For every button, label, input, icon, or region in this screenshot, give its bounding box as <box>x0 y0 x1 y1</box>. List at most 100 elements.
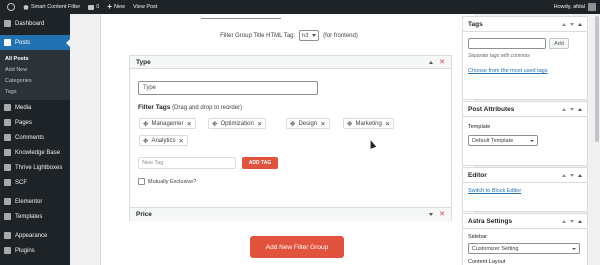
drag-handle-icon[interactable]: ✥ <box>143 120 148 128</box>
toggle-panel-icon[interactable] <box>578 22 582 26</box>
toggle-panel-icon[interactable] <box>578 173 582 177</box>
sidebar-item-elementor[interactable]: Elementor <box>0 194 70 209</box>
sidebar-setting-select[interactable]: Customizer Setting <box>468 243 580 254</box>
filter-group-header[interactable]: Type ✕ <box>130 56 451 69</box>
tag-chip[interactable]: ✥ Marketing ✕ <box>343 118 395 129</box>
move-up-icon[interactable] <box>562 173 566 177</box>
tag-chip[interactable]: ✥ Design ✕ <box>286 118 330 129</box>
filter-group-price: Price ✕ <box>129 207 452 221</box>
tag-chip[interactable]: ✥ Analytics ✕ <box>139 135 188 146</box>
move-down-icon[interactable] <box>570 107 574 111</box>
submenu-add-new[interactable]: Add New <box>0 64 70 75</box>
remove-tag-icon[interactable]: ✕ <box>178 137 183 145</box>
user-account-menu[interactable]: Howdy, afdal <box>554 3 600 11</box>
tags-box-header[interactable]: Tags <box>463 17 587 32</box>
comments-link[interactable]: 0 <box>84 0 103 14</box>
drag-handle-icon[interactable]: ✥ <box>347 120 352 128</box>
remove-tag-icon[interactable]: ✕ <box>320 120 325 128</box>
add-filter-group-button[interactable]: Add New Filter Group <box>250 236 344 258</box>
submenu-all-posts[interactable]: All Posts <box>0 53 70 64</box>
group-type-input[interactable]: Type <box>138 81 318 95</box>
sidebar-item-knowledge-base[interactable]: Knowledge Base <box>0 145 70 160</box>
tag-chip-label: Optimization <box>220 120 254 127</box>
comment-bubble-icon <box>88 4 95 10</box>
drag-handle-icon[interactable]: ✥ <box>143 137 148 145</box>
tag-chip[interactable]: ✥ Managemer ✕ <box>139 118 196 129</box>
sidebar-item-dashboard[interactable]: Dashboard <box>0 16 70 31</box>
sidebar-item-templates[interactable]: Templates <box>0 209 70 224</box>
editor-box: Editor Switch to Block Editor <box>462 167 588 212</box>
drag-handle-icon[interactable]: ✥ <box>290 120 295 128</box>
sidebar-item-label: Pages <box>15 119 33 126</box>
sidebar-item-label: SCF <box>15 179 27 186</box>
move-down-icon[interactable] <box>570 173 574 177</box>
wp-logo-button[interactable] <box>0 0 19 14</box>
sidebar-item-plugins[interactable]: Plugins <box>0 243 70 258</box>
sidebar-item-label: Dashboard <box>15 20 45 27</box>
chevron-down-icon <box>530 139 534 142</box>
sidebar-item-appearance[interactable]: Appearance <box>0 228 70 243</box>
title-tag-note: (for frontend) <box>323 32 358 39</box>
add-tags-button[interactable]: Add <box>549 38 569 49</box>
astra-settings-box: Astra Settings Sidebar Customizer Settin… <box>462 213 588 265</box>
new-label: New <box>113 4 125 10</box>
sidebar-item-pages[interactable]: Pages <box>0 115 70 130</box>
expand-icon[interactable] <box>429 213 434 216</box>
remove-group-icon[interactable]: ✕ <box>439 211 445 218</box>
move-up-icon[interactable] <box>562 219 566 223</box>
mutually-exclusive-checkbox[interactable] <box>138 178 145 185</box>
chevron-down-icon <box>312 34 317 37</box>
filter-group-type: Type ✕ Type Filter Tags (Drag and drop t… <box>129 55 452 210</box>
mutually-exclusive-option[interactable]: Mutually Exclusive? <box>138 178 196 185</box>
collapse-icon[interactable] <box>429 60 434 64</box>
tags-input[interactable] <box>468 38 546 49</box>
title-tag-select[interactable]: h3 <box>299 30 320 41</box>
sidebar-setting-label: Sidebar <box>468 234 487 240</box>
new-tag-input[interactable]: New Tag <box>138 157 236 169</box>
sidebar-item-thrive-lightboxes[interactable]: Thrive Lightboxes <box>0 160 70 175</box>
move-down-icon[interactable] <box>570 219 574 223</box>
remove-tag-icon[interactable]: ✕ <box>186 120 191 128</box>
view-post-link[interactable]: View Post <box>129 0 161 14</box>
move-up-icon[interactable] <box>562 22 566 26</box>
view-post-label: View Post <box>132 4 158 10</box>
move-down-icon[interactable] <box>570 22 574 26</box>
toggle-panel-icon[interactable] <box>578 219 582 223</box>
switch-to-block-editor-link[interactable]: Switch to Block Editor <box>468 188 582 194</box>
howdy-text: Howdy, afdal <box>553 4 585 10</box>
site-name-link[interactable]: Smart Content Filter <box>19 0 84 14</box>
remove-tag-icon[interactable]: ✕ <box>385 120 390 128</box>
remove-tag-icon[interactable]: ✕ <box>257 120 262 128</box>
submenu-categories[interactable]: Categories <box>0 75 70 86</box>
filter-tags-label: Filter Tags (Drag and drop to reorder) <box>138 104 242 111</box>
avatar <box>588 3 596 11</box>
sidebar-item-label: Appearance <box>15 232 48 239</box>
tag-chip[interactable]: ✥ Optimization ✕ <box>208 118 267 129</box>
template-select[interactable]: Default Template <box>468 135 538 146</box>
sidebar-item-label: Elementor <box>15 198 43 205</box>
submenu-tags[interactable]: Tags <box>0 86 70 97</box>
tag-chip-label: Marketing <box>355 120 382 127</box>
drag-handle-icon[interactable]: ✥ <box>212 120 217 128</box>
move-up-icon[interactable] <box>562 107 566 111</box>
new-content-link[interactable]: + New <box>103 0 129 14</box>
appearance-icon <box>4 232 11 239</box>
post-attributes-header[interactable]: Post Attributes <box>463 102 587 117</box>
wordpress-icon <box>7 3 15 11</box>
filter-group-header[interactable]: Price ✕ <box>130 208 451 221</box>
scrollbar-thumb[interactable] <box>595 16 599 142</box>
editor-box-header[interactable]: Editor <box>463 168 587 183</box>
main-content: Filter Group Title HTML Tag: h3 (for fro… <box>70 14 600 265</box>
most-used-tags-link[interactable]: Choose from the most used tags <box>468 68 582 74</box>
filter-editor-panel: Filter Group Title HTML Tag: h3 (for fro… <box>100 14 476 265</box>
sidebar-item-media[interactable]: Media <box>0 100 70 115</box>
sidebar-item-scf[interactable]: SCF <box>0 175 70 190</box>
posts-submenu: All Posts Add New Categories Tags <box>0 50 70 100</box>
elementor-icon <box>4 198 11 205</box>
toggle-panel-icon[interactable] <box>578 107 582 111</box>
sidebar-item-posts[interactable]: Posts <box>0 35 70 50</box>
astra-settings-header[interactable]: Astra Settings <box>463 214 587 229</box>
remove-group-icon[interactable]: ✕ <box>439 59 445 66</box>
sidebar-item-comments[interactable]: Comments <box>0 130 70 145</box>
add-tag-button[interactable]: ADD TAG <box>242 157 278 169</box>
